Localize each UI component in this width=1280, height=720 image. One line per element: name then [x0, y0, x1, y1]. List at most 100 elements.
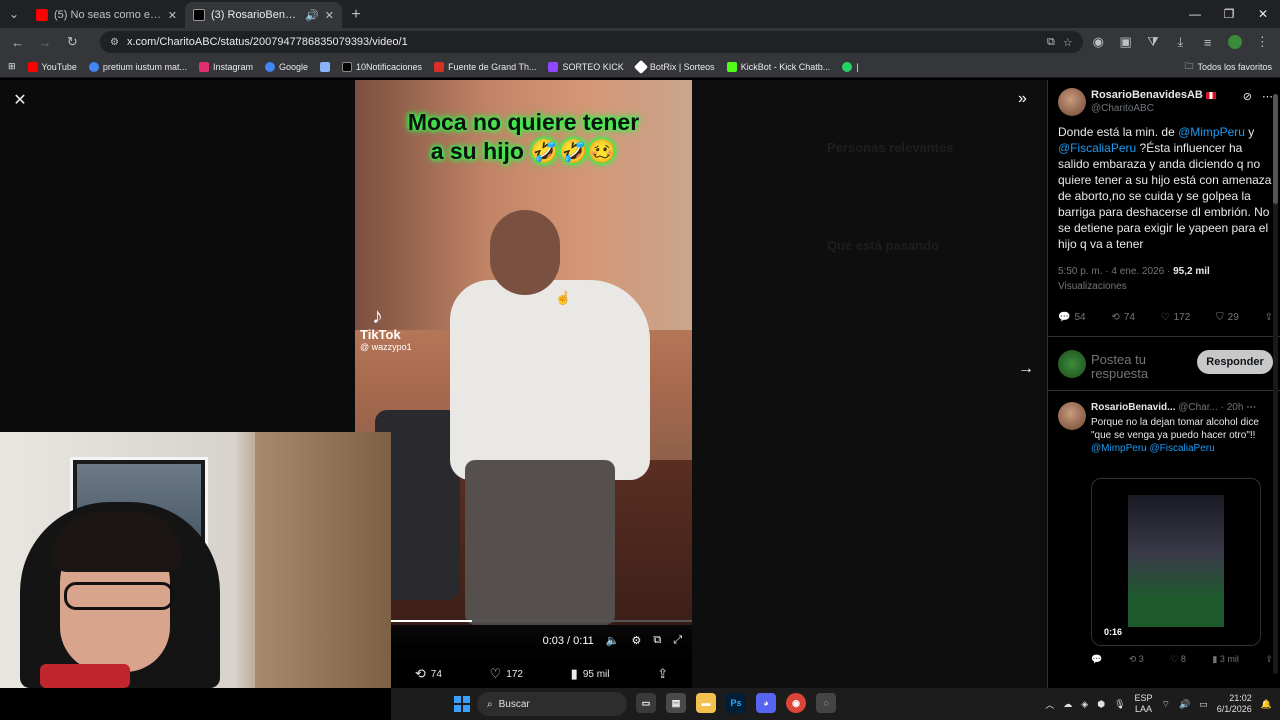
bookmark-item[interactable]: SORTEO KICK: [548, 61, 624, 72]
like-button[interactable]: ♡ 172: [1161, 312, 1191, 323]
tray-app-icon[interactable]: ⬢: [1097, 699, 1105, 710]
bookmark-item[interactable]: Fuente de Grand Th...: [434, 61, 536, 72]
start-menu-icon[interactable]: [454, 696, 470, 712]
like-button[interactable]: ♡ 172: [490, 666, 523, 682]
tray-app-icon[interactable]: ◈: [1081, 699, 1088, 710]
bookmark-item[interactable]: [320, 61, 331, 72]
reading-list-icon[interactable]: ≡: [1196, 30, 1219, 54]
bookmark-item[interactable]: KickBot - Kick Chatb...: [726, 61, 830, 72]
next-media-arrow-icon[interactable]: →: [1018, 360, 1034, 378]
volume-icon[interactable]: 🔈: [606, 634, 620, 647]
download-icon[interactable]: ⤓: [1169, 30, 1192, 54]
install-app-icon[interactable]: ⧉: [1047, 36, 1055, 49]
avatar[interactable]: [1058, 88, 1086, 116]
clock[interactable]: 21:02 6/1/2026: [1217, 693, 1252, 715]
scrollbar[interactable]: [1273, 94, 1278, 674]
site-info-icon[interactable]: ⚙: [110, 37, 119, 48]
bookmark-star-icon[interactable]: ☆: [1063, 36, 1073, 49]
share-button[interactable]: ⇪: [657, 666, 668, 682]
tab-x[interactable]: (3) RosarioBenavidesAB 🔊 ✕: [185, 2, 342, 28]
retweet-button[interactable]: ⟲ 74: [415, 666, 442, 682]
bookmark-item[interactable]: BotRix | Sorteos: [633, 59, 715, 74]
volume-icon[interactable]: 🔊: [1179, 699, 1190, 710]
wifi-icon[interactable]: ⌔: [1162, 699, 1170, 710]
battery-icon[interactable]: ▭: [1199, 699, 1208, 710]
reply-button[interactable]: 💬: [1091, 654, 1102, 665]
address-bar[interactable]: ⚙ x.com/CharitoABC/status/20079477868350…: [100, 31, 1083, 53]
more-options-icon[interactable]: ⋯: [1262, 90, 1273, 103]
menu-kebab-icon[interactable]: ⋮: [1251, 30, 1274, 54]
input-language[interactable]: ESP LAA: [1135, 693, 1153, 715]
chrome-icon[interactable]: ◉: [786, 693, 806, 713]
taskbar-search[interactable]: ⌕ Buscar: [477, 692, 627, 716]
tab-youtube[interactable]: (5) No seas como el dibujito y ✕: [28, 2, 185, 28]
collapse-panel-icon[interactable]: »: [1018, 90, 1027, 108]
bookmark-item[interactable]: Instagram: [198, 61, 253, 72]
extension-icon[interactable]: ◉: [1087, 30, 1110, 54]
speaker-icon[interactable]: 🔊: [305, 9, 319, 22]
profile-avatar[interactable]: [1223, 30, 1246, 54]
forward-button[interactable]: →: [33, 30, 56, 54]
close-tab-icon[interactable]: ✕: [325, 9, 334, 22]
divider: [1048, 336, 1280, 337]
back-button[interactable]: ←: [6, 30, 29, 54]
share-icon: ⇪: [1264, 312, 1273, 323]
bookmark-item[interactable]: 10Notificaciones: [342, 61, 422, 72]
like-button[interactable]: ♡ 8: [1170, 654, 1186, 665]
reply-submit-button[interactable]: Responder: [1197, 350, 1273, 374]
retweet-button[interactable]: ⟲ 74: [1111, 312, 1135, 323]
reload-button[interactable]: ↻: [61, 30, 84, 54]
author-name[interactable]: RosarioBenavidesAB: [1091, 89, 1216, 101]
grok-icon[interactable]: ⊘: [1243, 90, 1252, 103]
author-handle[interactable]: @CharitoABC: [1091, 103, 1154, 114]
mention-link[interactable]: @FiscaliaPeru: [1058, 141, 1136, 155]
reply-video-thumbnail[interactable]: 0:16: [1091, 478, 1261, 646]
app-icon[interactable]: ◌: [816, 693, 836, 713]
microphone-icon[interactable]: 🎙: [1114, 699, 1125, 710]
bookmark-item[interactable]: pretium iustum mat...: [88, 61, 187, 72]
video-player[interactable]: Moca no quiere tener a su hijo 🤣🤣🥴 ♪ Tik…: [355, 80, 692, 625]
reply-button[interactable]: 💬 54: [1058, 312, 1086, 323]
reply-input[interactable]: Postea tu respuesta: [1091, 353, 1181, 381]
notifications-icon[interactable]: 🔔: [1261, 699, 1272, 710]
bookmarks-bar: ⊞ YouTube pretium iustum mat... Instagra…: [0, 56, 1280, 78]
discord-icon[interactable]: ◕: [756, 693, 776, 713]
tab-search-button[interactable]: ⌄: [0, 0, 28, 28]
extension-icon[interactable]: ▣: [1114, 30, 1137, 54]
video-progress-bar[interactable]: [391, 620, 692, 622]
minimize-button[interactable]: —: [1178, 0, 1212, 28]
app-icon[interactable]: ▤: [666, 693, 686, 713]
fullscreen-icon[interactable]: ⤢: [673, 634, 682, 647]
bookmark-item[interactable]: YouTube: [27, 61, 77, 72]
close-window-button[interactable]: ✕: [1246, 0, 1280, 28]
reply-author[interactable]: RosarioBenavid... @Char... · 20h ⋯: [1091, 402, 1256, 413]
mention-link[interactable]: @MimpPeru @FiscaliaPeru: [1091, 443, 1215, 454]
share-button[interactable]: ⇪: [1265, 312, 1273, 323]
new-tab-button[interactable]: +: [342, 2, 370, 28]
extensions-puzzle-icon[interactable]: ⧩: [1141, 30, 1164, 54]
bookmark-button[interactable]: ⛉ 29: [1216, 312, 1239, 323]
close-icon[interactable]: ✕: [10, 90, 30, 110]
task-view-icon[interactable]: ▭: [636, 693, 656, 713]
photoshop-icon[interactable]: Ps: [726, 693, 746, 713]
views-button[interactable]: ▮ 3 mil: [1212, 654, 1238, 665]
picture-in-picture-icon[interactable]: ⧉: [653, 634, 661, 647]
views-button[interactable]: ▮ 95 mil: [571, 666, 610, 682]
restore-button[interactable]: ❐: [1212, 0, 1246, 28]
tab-title: (3) RosarioBenavidesAB: [211, 9, 300, 21]
all-bookmarks-folder[interactable]: 🗀 Todos los favoritos: [1184, 59, 1272, 75]
settings-gear-icon[interactable]: ⚙: [631, 634, 641, 647]
avatar[interactable]: [1058, 402, 1086, 430]
bookmark-item[interactable]: |: [842, 61, 859, 72]
bookmark-item[interactable]: Google: [264, 61, 308, 72]
apps-grid-icon[interactable]: ⊞: [8, 61, 16, 72]
scrollbar-thumb[interactable]: [1273, 94, 1278, 204]
share-button[interactable]: ⇪: [1265, 654, 1273, 665]
chevron-up-icon[interactable]: ︿: [1045, 698, 1054, 711]
file-explorer-icon[interactable]: ▬: [696, 693, 716, 713]
mention-link[interactable]: @MimpPeru: [1178, 125, 1245, 139]
retweet-button[interactable]: ⟲ 3: [1129, 654, 1144, 665]
more-options-icon[interactable]: ⋯: [1246, 402, 1256, 413]
close-tab-icon[interactable]: ✕: [168, 9, 177, 22]
tray-app-icon[interactable]: ☁: [1063, 699, 1072, 710]
